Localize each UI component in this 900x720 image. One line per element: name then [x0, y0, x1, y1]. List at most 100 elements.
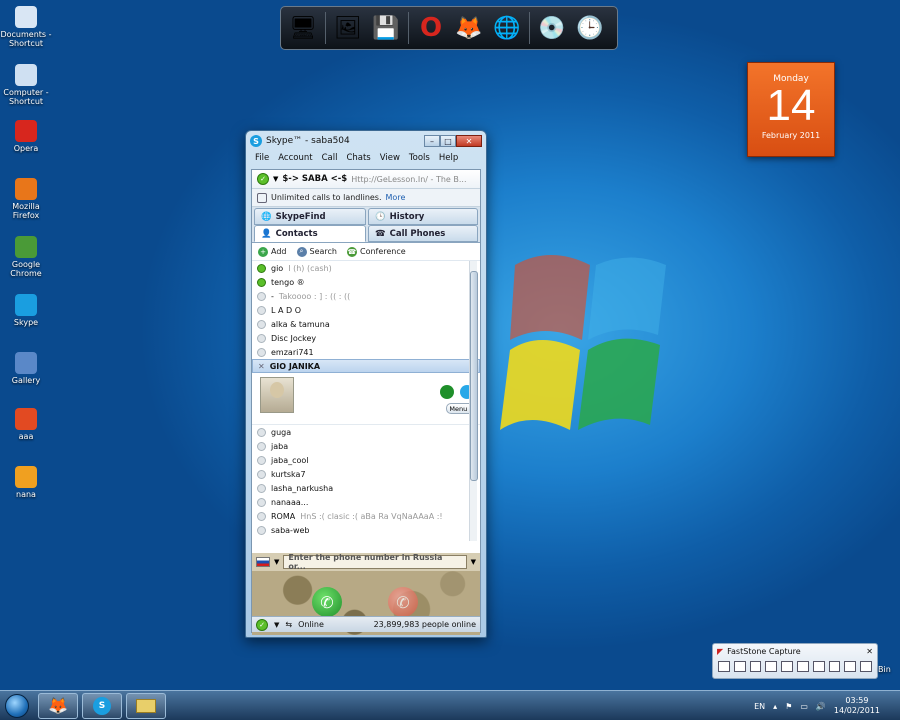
contact-row[interactable]: kurtska7 — [252, 467, 480, 481]
desktop-shortcut[interactable]: nana — [0, 466, 52, 499]
chevron-down-icon[interactable]: ▼ — [471, 558, 476, 566]
maximize-button[interactable]: □ — [440, 135, 456, 147]
desktop-shortcut[interactable]: Gallery — [0, 352, 52, 385]
tab-history[interactable]: 🕒 History — [368, 208, 478, 225]
contact-row[interactable]: nanaaa... — [252, 495, 480, 509]
desktop-shortcut[interactable]: Google Chrome — [0, 236, 52, 278]
chrome-icon[interactable]: 🌐 — [491, 12, 523, 44]
mood-message[interactable]: Http://GeLesson.In/ - The B... — [351, 175, 466, 184]
contact-group: guga jaba jaba_cool kurtska7 lasha_narkusha n… — [252, 425, 480, 537]
flag-icon[interactable]: ⚑ — [785, 702, 792, 711]
russia-flag-icon[interactable] — [256, 557, 270, 567]
contact-row[interactable]: lasha_narkusha — [252, 481, 480, 495]
firefox-icon — [15, 178, 37, 200]
menu-view[interactable]: View — [380, 153, 400, 164]
language-indicator[interactable]: EN — [754, 702, 765, 711]
menu-help[interactable]: Help — [439, 153, 458, 164]
contact-row[interactable]: tengo ® — [252, 275, 480, 289]
contact-row[interactable]: Disc Jockey — [252, 331, 480, 345]
minimize-button[interactable]: – — [424, 135, 440, 147]
clock-icon[interactable]: 🕒 — [574, 12, 606, 44]
capture-scroll-icon[interactable] — [796, 661, 809, 672]
output-icon[interactable] — [860, 661, 872, 672]
capture-region-icon[interactable] — [749, 661, 762, 672]
taskbar-skype[interactable]: S — [82, 692, 122, 719]
close-icon[interactable]: ✕ — [866, 647, 873, 656]
taskbar-explorer[interactable] — [126, 692, 166, 719]
contact-row[interactable]: guga — [252, 425, 480, 439]
capture-window-icon[interactable] — [718, 661, 730, 672]
screen-recorder-icon[interactable] — [828, 661, 841, 672]
menu-tools[interactable]: Tools — [409, 153, 430, 164]
opera-icon[interactable]: O — [415, 12, 447, 44]
monitor-icon[interactable]: ▭ — [800, 702, 808, 711]
monitor-icon[interactable]: 🖥 — [287, 12, 319, 44]
capture-freehand-icon[interactable] — [765, 661, 778, 672]
menu-call[interactable]: Call — [322, 153, 338, 164]
contact-row[interactable]: alka & tamuna — [252, 317, 480, 331]
avatar[interactable] — [260, 377, 294, 413]
tab-contacts[interactable]: 👤 Contacts — [254, 225, 366, 242]
scrollbar-thumb[interactable] — [470, 271, 478, 481]
contact-row[interactable]: gio I (h) (cash) — [252, 261, 480, 275]
firefox-icon[interactable]: 🦊 — [453, 12, 485, 44]
tab-call-phones[interactable]: ☎ Call Phones — [368, 225, 478, 242]
recycle-bin-label[interactable]: Bin — [878, 665, 891, 674]
menu-file[interactable]: File — [255, 153, 269, 164]
contact-status-icon — [257, 319, 266, 329]
online-status-icon[interactable]: ✓ — [256, 618, 268, 631]
online-status-icon[interactable]: ✓ — [257, 173, 269, 185]
call-button[interactable]: ✆ — [312, 587, 342, 617]
contact-selected[interactable]: ✕ GIO JANIKA — [252, 359, 480, 373]
capture-fixed-icon[interactable] — [812, 661, 825, 672]
contact-list[interactable]: gio I (h) (cash) tengo ® - Takoooo : ] : (( … — [252, 261, 480, 541]
capture-object-icon[interactable] — [733, 661, 746, 672]
picture-icon[interactable]: 🖼 — [332, 12, 364, 44]
calendar-gadget[interactable]: Monday 14 February 2011 — [747, 62, 835, 157]
clock[interactable]: 03:59 14/02/2011 — [834, 696, 880, 716]
tab-skypefind[interactable]: 🌐 SkypeFind — [254, 208, 366, 225]
profile-mood-row[interactable]: ✓ ▼ $-> SABA <-$ Http://GeLesson.In/ - T… — [252, 170, 480, 189]
close-icon[interactable]: ✕ — [258, 362, 265, 371]
settings-icon[interactable] — [844, 661, 857, 672]
add-contact-button[interactable]: + Add — [258, 246, 287, 257]
faststone-titlebar[interactable]: ◤ FastStone Capture ✕ — [713, 644, 877, 658]
tray-arrow-icon[interactable]: ▴ — [773, 702, 777, 711]
folder-icon — [136, 698, 156, 713]
contact-row[interactable]: jaba_cool — [252, 453, 480, 467]
drive-icon[interactable]: 💾 — [370, 12, 402, 44]
conference-button[interactable]: ☎ Conference — [346, 246, 406, 257]
start-button[interactable] — [0, 691, 34, 720]
chevron-down-icon[interactable]: ▼ — [274, 621, 279, 629]
menu-account[interactable]: Account — [278, 153, 312, 164]
close-button[interactable]: ✕ — [456, 135, 482, 147]
contact-row[interactable]: - Takoooo : ] : (( : (( — [252, 289, 480, 303]
disk-icon[interactable]: 💿 — [536, 12, 568, 44]
capture-fullscreen-icon[interactable] — [781, 661, 793, 672]
desktop-shortcut[interactable]: Skype — [0, 294, 52, 327]
contact-row[interactable]: saba-web — [252, 523, 480, 537]
desktop-shortcut[interactable]: Mozilla Firefox — [0, 178, 52, 220]
skype-titlebar[interactable]: S Skype™ - saba504 – □ ✕ — [246, 131, 486, 151]
menu-chats[interactable]: Chats — [346, 153, 370, 164]
contact-row[interactable]: ROMA HnS :( clasic :( aBa Ra VqNaAAaA :! — [252, 509, 480, 523]
contact-status-icon — [257, 483, 266, 493]
contact-scrollbar[interactable] — [469, 261, 478, 541]
hangup-button[interactable]: ✆ — [388, 587, 418, 617]
contact-row[interactable]: emzari741 — [252, 345, 480, 359]
phone-number-input[interactable]: Enter the phone number in Russia or... — [283, 553, 467, 571]
desktop-shortcut[interactable]: Opera — [0, 120, 52, 153]
chevron-down-icon[interactable]: ▼ — [274, 558, 279, 566]
call-icon[interactable] — [440, 385, 454, 399]
contact-row[interactable]: L A D O — [252, 303, 480, 317]
volume-icon[interactable]: 🔊 — [816, 702, 826, 711]
more-link[interactable]: More — [386, 193, 406, 202]
desktop-shortcut[interactable]: Documents - Shortcut — [0, 6, 52, 48]
taskbar-firefox[interactable]: 🦊 — [38, 692, 78, 719]
chevron-down-icon[interactable]: ▼ — [273, 175, 278, 183]
desktop-shortcut[interactable]: Computer - Shortcut — [0, 64, 52, 106]
desktop-shortcut-label: nana — [16, 490, 36, 499]
search-button[interactable]: ⌕ Search — [296, 246, 337, 257]
contact-row[interactable]: jaba — [252, 439, 480, 453]
desktop-shortcut[interactable]: ааа — [0, 408, 52, 441]
